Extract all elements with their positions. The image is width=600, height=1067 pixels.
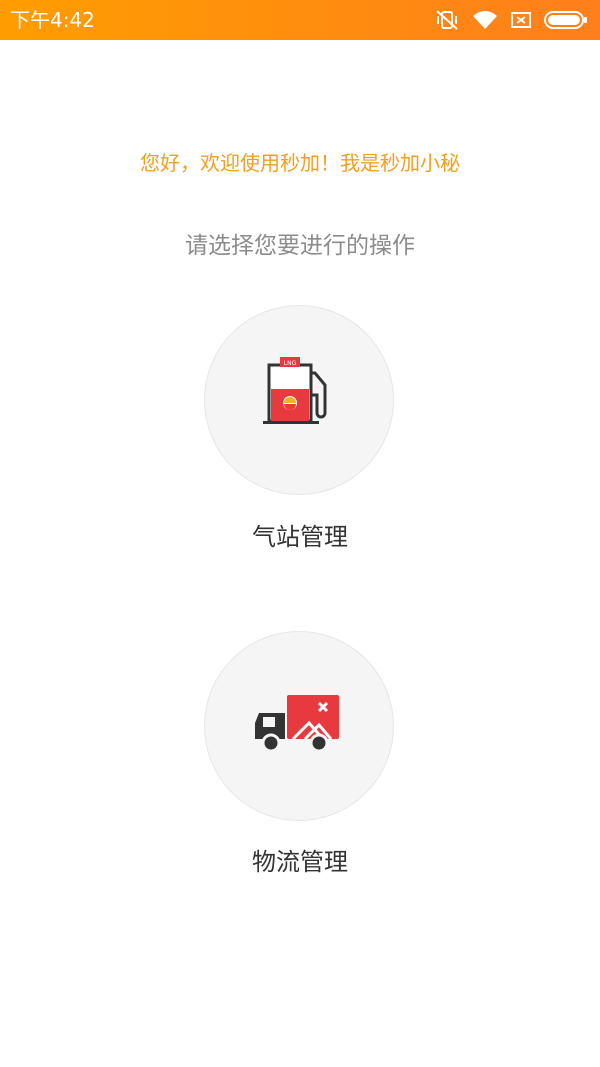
- sim-missing-icon: [510, 10, 532, 30]
- greeting-text: 您好，欢迎使用秒加！我是秒加小秘: [140, 151, 460, 175]
- status-bar: 下午4:42: [0, 0, 600, 40]
- battery-icon: [544, 10, 588, 30]
- truck-icon: [255, 695, 339, 753]
- logistics-circle[interactable]: [204, 631, 394, 821]
- logistics-label: 物流管理: [252, 848, 348, 876]
- prompt-text: 请选择您要进行的操作: [185, 233, 415, 259]
- wifi-icon: [472, 9, 498, 31]
- status-icons: [434, 8, 588, 32]
- gas-pump-icon: LNG: [263, 357, 327, 424]
- gas-station-circle[interactable]: LNG: [204, 305, 394, 495]
- gas-station-management-option[interactable]: LNG 气站管理: [0, 305, 600, 555]
- status-time: 下午4:42: [10, 8, 95, 32]
- gas-station-label: 气站管理: [252, 523, 348, 551]
- svg-text:LNG: LNG: [284, 360, 297, 367]
- logistics-management-option[interactable]: 物流管理: [0, 631, 600, 881]
- vibrate-off-icon: [434, 8, 460, 32]
